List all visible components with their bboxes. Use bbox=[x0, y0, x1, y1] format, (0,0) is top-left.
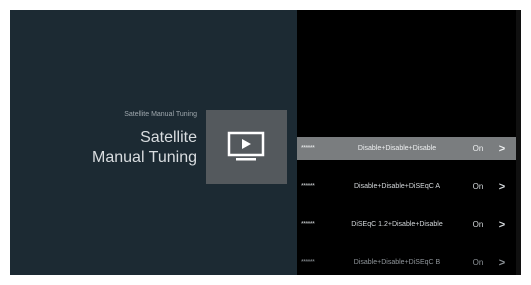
list-item-status: On bbox=[472, 144, 484, 153]
chevron-right-icon: > bbox=[498, 142, 506, 155]
list-item-password: ****** bbox=[301, 183, 315, 190]
breadcrumb: Satellite Manual Tuning bbox=[124, 111, 197, 118]
tv-play-icon bbox=[227, 131, 265, 161]
left-panel: Satellite Manual Tuning Satellite Manual… bbox=[10, 10, 297, 275]
list-edge-shadow bbox=[516, 10, 521, 275]
list-item-status: On bbox=[472, 220, 484, 229]
satellite-list: ****** Disable+Disable+Disable On > ****… bbox=[297, 137, 521, 275]
list-item-password: ****** bbox=[301, 221, 315, 228]
list-item[interactable]: ****** DiSEqC 1.2+Disable+Disable On > bbox=[297, 213, 521, 236]
list-item-password: ****** bbox=[301, 145, 315, 152]
list-item-status: On bbox=[472, 182, 484, 191]
list-item[interactable]: ****** Disable+Disable+DiSEqC B On > bbox=[297, 251, 521, 274]
list-item[interactable]: ****** Disable+Disable+DiSEqC A On > bbox=[297, 175, 521, 198]
chevron-right-icon: > bbox=[498, 180, 506, 193]
list-item-mode: DiSEqC 1.2+Disable+Disable bbox=[351, 221, 443, 228]
page-title: Satellite Manual Tuning bbox=[10, 128, 197, 168]
list-item-mode: Disable+Disable+Disable bbox=[357, 145, 437, 152]
chevron-right-icon: > bbox=[498, 256, 506, 269]
list-item-status: On bbox=[472, 258, 484, 267]
tv-screen: Satellite Manual Tuning Satellite Manual… bbox=[10, 10, 521, 275]
list-item-mode: Disable+Disable+DiSEqC A bbox=[354, 183, 440, 190]
chevron-right-icon: > bbox=[498, 218, 506, 231]
list-item[interactable]: ****** Disable+Disable+Disable On > bbox=[297, 137, 521, 160]
page-title-line1: Satellite bbox=[140, 129, 197, 146]
page-title-line2: Manual Tuning bbox=[92, 149, 197, 166]
list-item-mode: Disable+Disable+DiSEqC B bbox=[353, 259, 441, 266]
tuning-tile bbox=[206, 110, 287, 184]
list-item-password: ****** bbox=[301, 259, 315, 266]
